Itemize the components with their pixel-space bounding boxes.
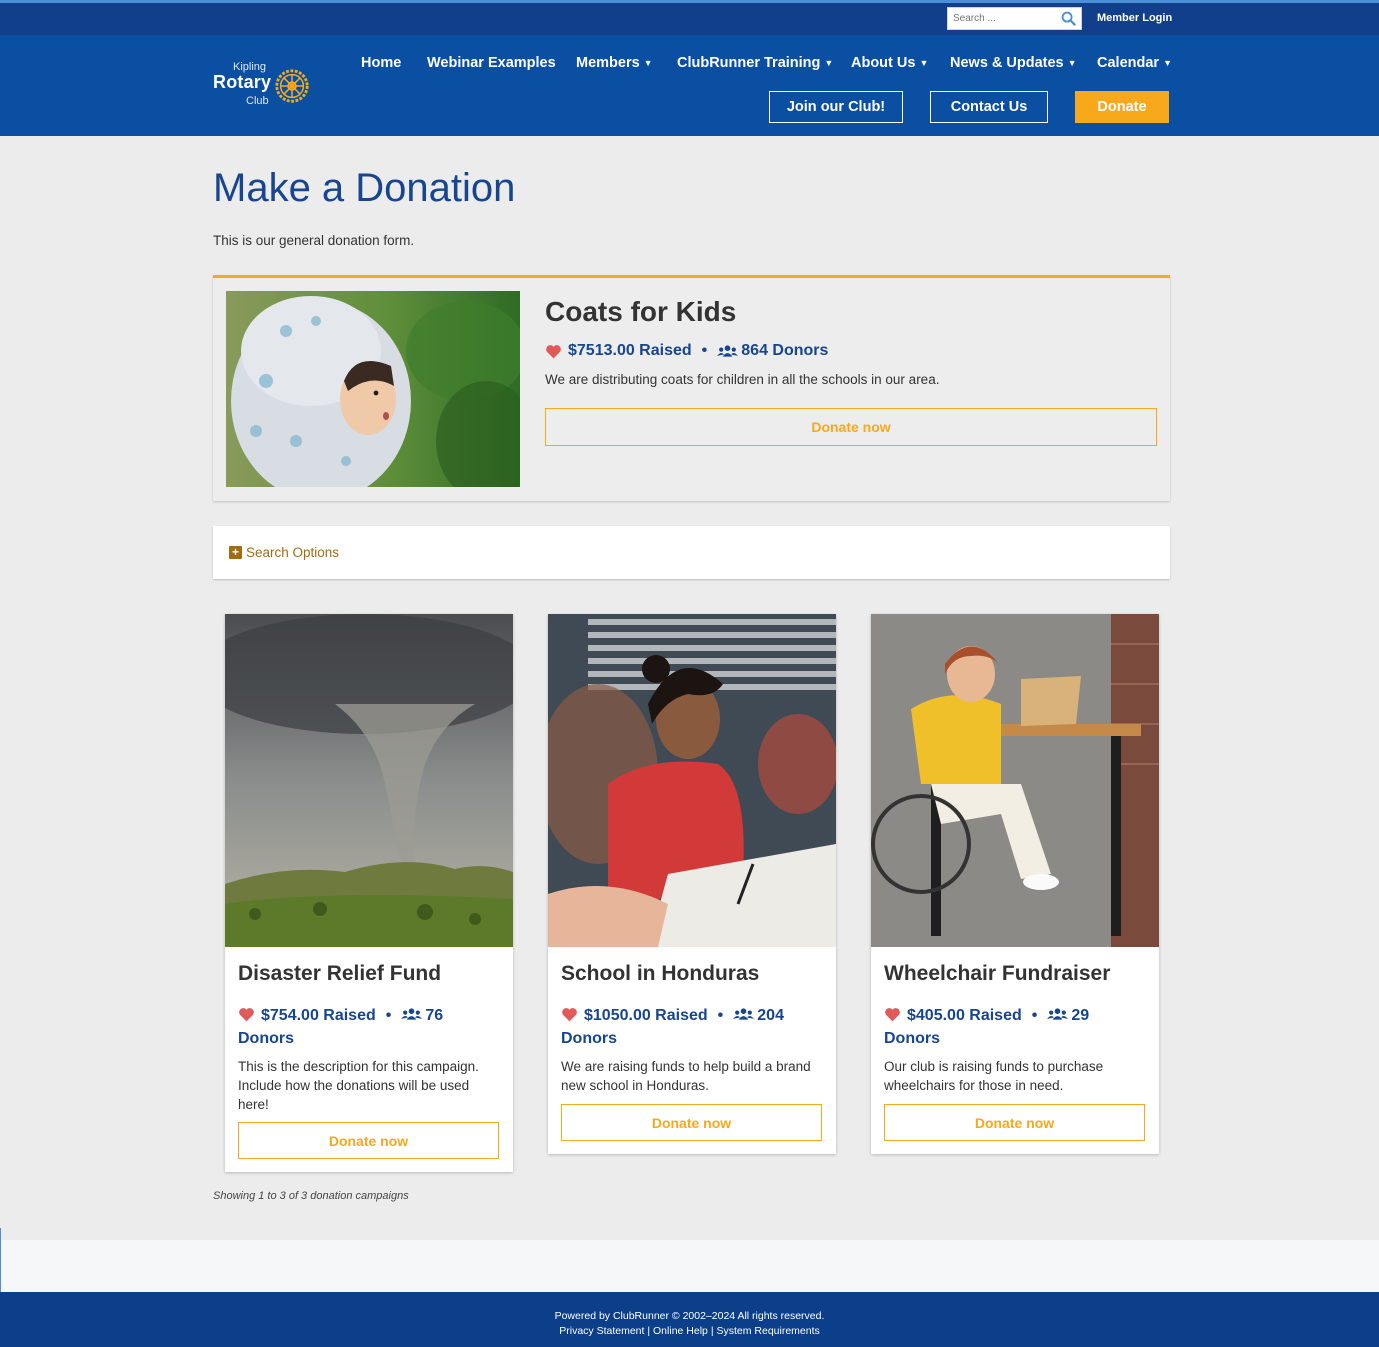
campaign-donors-label: Donors [561,1030,617,1047]
caret-down-icon: ▼ [643,58,653,68]
campaign-raised: $1050.00 Raised [584,1007,708,1024]
page-title: Make a Donation [213,166,516,210]
heart-icon [239,1008,254,1022]
nav-calendar-label: Calendar [1097,55,1160,71]
campaign-donors-count: 29 [1071,1007,1090,1024]
top-bar: Member Login [0,0,1379,35]
featured-campaign: Coats for Kids $7513.00 Raised • 864 Don… [213,275,1170,501]
nav-news-label: News & Updates [950,55,1064,71]
footer-copyright: Powered by ClubRunner © 2002–2024 All ri… [554,1310,825,1322]
search-icon[interactable] [1061,11,1076,26]
donate-now-button[interactable]: Donate now [238,1122,499,1159]
nav-webinar-examples[interactable]: Webinar Examples [427,55,556,71]
campaign-card: School in Honduras $1050.00 Raised • 204 Do… [548,614,836,1154]
logo-line-rotary: Rotary [213,72,272,92]
site-footer: Powered by ClubRunner © 2002–2024 All ri… [0,1292,1379,1347]
campaign-donors-label: Donors [884,1030,940,1047]
site-header: Kipling Rotary Club Home Webinar Example… [0,35,1379,136]
donors-icon [401,1008,423,1020]
campaign-raised: $405.00 Raised [907,1007,1022,1024]
campaign-card: Wheelchair Fundraiser $405.00 Raised • 29 D… [871,614,1159,1154]
nav-home-label: Home [361,55,402,71]
separator-dot: • [1031,1007,1038,1024]
nav-calendar[interactable]: Calendar ▼ [1097,55,1172,71]
edge-line [0,1228,1,1292]
logo-line-club: Club [246,95,269,107]
campaign-card: Disaster Relief Fund $754.00 Raised • 76 Do… [225,614,513,1172]
results-count: Showing 1 to 3 of 3 donation campaigns [213,1190,409,1202]
nav-members[interactable]: Members ▼ [576,55,653,71]
footer-links: Privacy Statement | Online Help | System… [0,1325,1379,1337]
caret-down-icon: ▼ [1163,58,1172,68]
nav-home[interactable]: Home [361,55,401,71]
privacy-statement-link[interactable]: Privacy Statement [559,1325,644,1337]
main-nav: Home Webinar Examples Members ▼ ClubRunne… [0,55,1379,75]
plus-square-icon: + [229,546,242,559]
campaign-title: Wheelchair Fundraiser [884,962,1111,985]
featured-campaign-description: We are distributing coats for children i… [545,372,940,387]
campaign-donors-count: 204 [757,1007,784,1024]
online-help-link[interactable]: Online Help [653,1325,708,1337]
search-options-toggle[interactable]: + Search Options [229,545,339,560]
featured-campaign-image[interactable] [226,291,520,487]
featured-donors: 864 Donors [741,342,829,359]
featured-campaign-title: Coats for Kids [545,296,737,327]
search-input[interactable] [948,8,1058,29]
system-requirements-link[interactable]: System Requirements [716,1325,819,1337]
search-options-panel: + Search Options [213,526,1170,579]
donors-icon [733,1008,755,1020]
separator-dot: • [701,342,708,359]
nav-webinar-label: Webinar Examples [427,55,556,71]
campaign-donors-count: 76 [425,1007,444,1024]
heart-icon [546,344,561,358]
caret-down-icon: ▼ [824,58,834,68]
search-box[interactable] [947,7,1082,30]
heart-icon [885,1008,900,1022]
member-login-link[interactable]: Member Login [1097,12,1172,24]
contact-us-button[interactable]: Contact Us [930,91,1048,123]
campaign-image-school[interactable] [548,614,836,947]
campaign-donors-label: Donors [238,1030,294,1047]
donate-header-button[interactable]: Donate [1075,91,1169,123]
campaign-stats: $405.00 Raised • 29 Donors [884,1004,1146,1050]
donate-now-button[interactable]: Donate now [884,1104,1145,1141]
donors-icon [1047,1008,1069,1020]
campaign-title: Disaster Relief Fund [238,962,442,985]
footer-spacer [0,1240,1379,1292]
campaign-description: This is the description for this campaig… [238,1059,479,1112]
nav-training-label: ClubRunner Training [677,55,821,71]
search-options-label: Search Options [246,545,340,560]
nav-about-us[interactable]: About Us ▼ [851,55,928,71]
nav-members-label: Members [576,55,640,71]
campaign-stats: $1050.00 Raised • 204 Donors [561,1004,823,1050]
campaign-stats: $754.00 Raised • 76 Donors [238,1004,500,1050]
featured-campaign-stats: $7513.00 Raised • 864 Donors [545,342,828,360]
separator-dot: • [717,1007,724,1024]
nav-about-label: About Us [851,55,916,71]
donate-now-button[interactable]: Donate now [561,1104,822,1141]
heart-icon [562,1008,577,1022]
separator-dot: • [385,1007,392,1024]
featured-raised: $7513.00 Raised [568,342,692,359]
featured-donate-now-button[interactable]: Donate now [545,408,1157,446]
campaign-title: School in Honduras [561,962,760,985]
nav-news-updates[interactable]: News & Updates ▼ [950,55,1077,71]
campaign-image-wheelchair[interactable] [871,614,1159,947]
caret-down-icon: ▼ [1067,58,1077,68]
caret-down-icon: ▼ [919,58,929,68]
campaign-description: Our club is raising funds to purchase wh… [884,1059,1104,1093]
join-club-button[interactable]: Join our Club! [769,91,903,123]
campaign-raised: $754.00 Raised [261,1007,376,1024]
campaign-description: We are raising funds to help build a bra… [561,1059,811,1093]
campaign-image-tornado[interactable] [225,614,513,947]
donors-icon [717,345,739,357]
page-intro: This is our general donation form. [213,233,415,248]
nav-clubrunner-training[interactable]: ClubRunner Training ▼ [677,55,833,71]
